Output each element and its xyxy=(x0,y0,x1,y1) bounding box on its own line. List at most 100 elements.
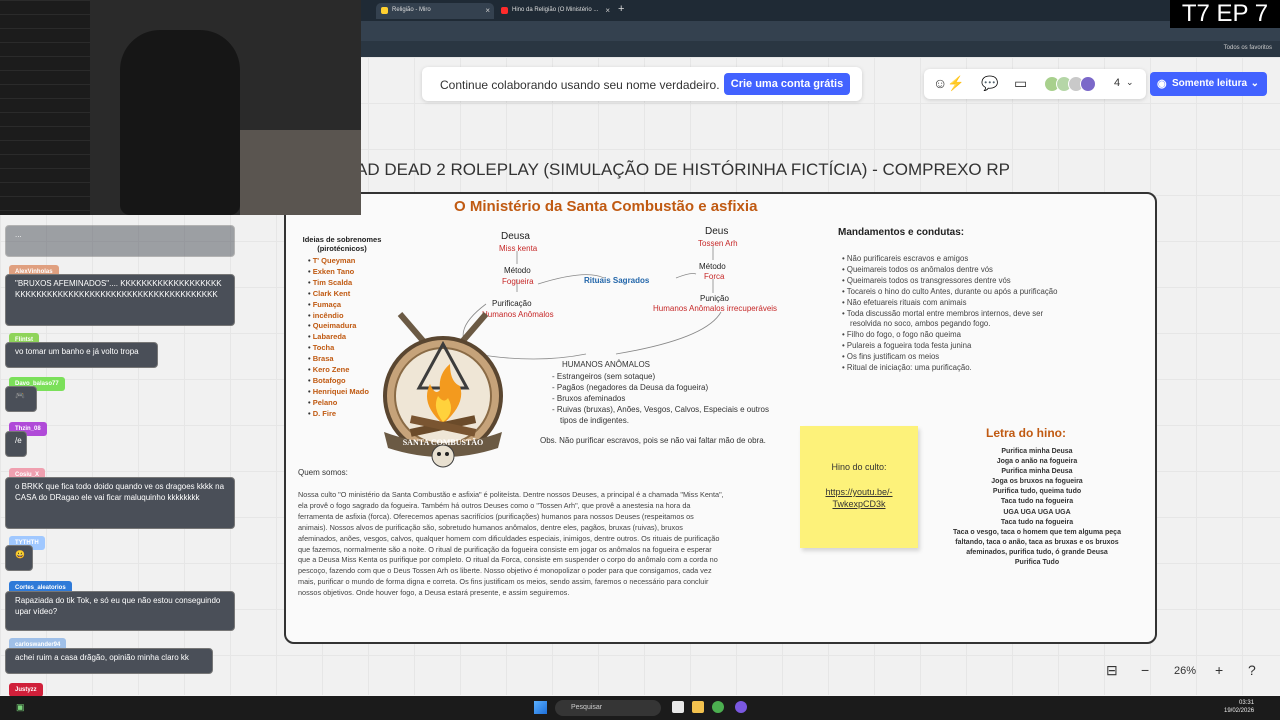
rituais-node: Rituais Sagrados xyxy=(584,276,650,285)
lyric-line: Joga os bruxos na fogueira xyxy=(991,478,1083,486)
chat-message: 🎮 xyxy=(5,386,37,412)
about-heading: Quem somos: xyxy=(298,468,348,477)
rules-list: • Não purificareis escravos e amigos • Q… xyxy=(842,254,1082,374)
widgets-icon[interactable]: ▣ xyxy=(16,702,25,713)
chevron-down-icon[interactable]: ⌄ xyxy=(1126,77,1134,88)
webcam-overlay xyxy=(0,0,361,215)
avatar xyxy=(1080,76,1096,92)
episode-badge: T7 EP 7 xyxy=(1170,0,1280,28)
deusa-node: Deusa xyxy=(501,231,530,242)
metodo-left: Método xyxy=(504,266,531,275)
lyric-line: Purifica Tudo xyxy=(1014,559,1060,567)
lyric-line: faltando, taca o anão, taca as bruxas e … xyxy=(955,538,1119,546)
zoom-controls: ⊟ − 26% + ? xyxy=(1098,657,1274,687)
list-item: - Estrangeiros (sem sotaque) xyxy=(552,372,656,381)
miro-icon xyxy=(381,7,388,14)
list-item: • Toda discussão mortal entre membros in… xyxy=(842,308,1044,318)
lyric-line: Taca tudo na fogueira xyxy=(1000,498,1074,506)
chat-icon[interactable]: 💬 xyxy=(981,75,998,92)
gaming-chair xyxy=(120,30,240,215)
hymn-lyrics: Purifica minha Deusa Joga o anão na fogu… xyxy=(936,447,1138,568)
humans-heading: HUMANOS ANÔMALOS xyxy=(562,360,651,369)
file-explorer-icon[interactable] xyxy=(672,701,684,713)
zoom-out-button[interactable]: − xyxy=(1141,662,1149,678)
metodo-right-value: Forca xyxy=(704,272,725,281)
signup-banner: Continue colaborando usando seu nome ver… xyxy=(422,67,862,101)
religion-frame[interactable]: O Ministério da Santa Combustão e asfixi… xyxy=(284,192,1157,644)
chat-username: Justyzz xyxy=(9,683,43,697)
deus-node: Deus xyxy=(705,226,729,237)
chat-message: achei ruim a casa drãgão, opinião minha … xyxy=(5,648,213,674)
lyric-line: Purifica tudo, queima tudo xyxy=(992,488,1082,496)
close-icon[interactable]: × xyxy=(485,6,490,15)
fit-to-screen-icon[interactable]: ⊟ xyxy=(1106,662,1118,679)
chat-message: 😀 xyxy=(5,545,33,571)
chat-overlay: ... AlexVinholas "BRUXOS AFEMINADOS"....… xyxy=(0,215,240,697)
chat-message: "BRUXOS AFEMINADOS".... KKKKKKKKKKKKKKKK… xyxy=(5,274,235,326)
tab-label: Religião - Miro xyxy=(392,7,431,13)
help-icon[interactable]: ? xyxy=(1248,662,1256,678)
lyric-line: UGA UGA UGA UGA xyxy=(1003,508,1071,516)
lyric-line: Taca o vesgo, taca o homem que tem algum… xyxy=(953,528,1121,536)
eye-icon: ◉ xyxy=(1157,78,1167,90)
punicao-node: Punição xyxy=(700,294,729,303)
sticky-title: Hino do culto: xyxy=(831,462,887,472)
lyric-line: afeminados, purifica tudo, ó grande Deus… xyxy=(966,548,1108,556)
start-icon[interactable] xyxy=(534,701,547,714)
date: 19/02/2026 xyxy=(1224,708,1255,714)
youtube-icon xyxy=(501,7,508,14)
list-item: • Não purificareis escravos e amigos xyxy=(842,254,969,263)
tab-label: Hino da Religião (O Ministério ... xyxy=(512,7,599,13)
metodo-right: Método xyxy=(699,262,726,271)
list-item: - Pagãos (negadores da Deusa da fogueira… xyxy=(552,383,709,392)
tab-youtube[interactable]: Hino da Religião (O Ministério ... × xyxy=(496,3,614,19)
board-title: AD DEAD 2 ROLEPLAY (SIMULAÇÃO DE HISTÓRI… xyxy=(356,160,1010,179)
sticky-note[interactable]: Hino do culto: https://youtu.be/-TwkexpC… xyxy=(800,426,918,548)
folder-icon[interactable] xyxy=(692,701,704,713)
metodo-left-value: Fogueira xyxy=(502,277,534,286)
desk-shelf xyxy=(240,130,361,215)
new-tab-button[interactable]: + xyxy=(618,3,624,15)
banner-text: Continue colaborando usando seu nome ver… xyxy=(440,78,720,92)
all-bookmarks[interactable]: Todos os favoritos xyxy=(1224,45,1272,51)
hymn-heading: Letra do hino: xyxy=(986,426,1066,440)
zoom-level[interactable]: 26% xyxy=(1174,665,1196,677)
windows-taskbar: ▣ Pesquisar 03:31 19/02/2026 xyxy=(0,696,1280,720)
list-item: • Ritual de iniciação: uma purificação. xyxy=(842,363,972,373)
list-item: • Não efetuareis rituais com animais xyxy=(842,297,967,307)
lyric-line: Taca tudo na fogueira xyxy=(1000,518,1074,526)
hymn-link[interactable]: https://youtu.be/-TwkexpCD3k xyxy=(800,486,918,510)
chat-message: o BRKK que fica todo doido quando ve os … xyxy=(5,477,235,529)
list-item: • Os fins justificam os meios xyxy=(842,352,940,362)
tab-miro[interactable]: Religião - Miro × xyxy=(376,3,494,19)
close-icon[interactable]: × xyxy=(605,6,610,15)
chrome-icon[interactable] xyxy=(712,701,724,713)
humanos-irrecuperaveis-node: Humanos Anômalos irrecuperáveis xyxy=(653,304,778,313)
participants-count[interactable]: 4 xyxy=(1114,77,1120,89)
taskbar-search[interactable]: Pesquisar xyxy=(555,700,661,716)
list-item: • Queimareis todos os transgressores den… xyxy=(842,275,1011,285)
chat-message: /e xyxy=(5,431,27,457)
emblem-text: SANTA COMBUSTÃO xyxy=(403,438,484,447)
lyric-line: Purifica minha Deusa xyxy=(1001,468,1073,476)
zoom-in-button[interactable]: + xyxy=(1215,662,1223,678)
about-text: Nossa culto "O ministério da Santa Combu… xyxy=(298,490,724,598)
list-item: • Filho do fogo, o fogo não queima xyxy=(842,330,961,340)
time: 03:31 xyxy=(1239,700,1255,706)
video-icon[interactable]: ▭ xyxy=(1014,75,1027,92)
list-item: - Bruxos afeminados xyxy=(552,394,626,403)
santa-combustao-emblem: SANTA COMBUSTÃO xyxy=(383,312,503,468)
readonly-button[interactable]: ◉ Somente leitura ⌄ xyxy=(1150,72,1267,96)
chat-message: vo tomar um banho e já volto tropa xyxy=(5,342,158,368)
reactions-icon[interactable]: ☺⚡ xyxy=(933,75,965,92)
list-item: - Ruivas (bruxas), Anões, Vesgos, Calvos… xyxy=(552,405,769,414)
chat-message: ... xyxy=(5,225,235,257)
collab-toolbar: ☺⚡ 💬 ▭ 4 ⌄ xyxy=(924,69,1146,99)
app-icon[interactable] xyxy=(735,701,747,713)
readonly-label: Somente leitura xyxy=(1172,78,1248,89)
list-item: resolvida no soco, ambos pegando fogo. xyxy=(850,319,991,329)
brick-wall xyxy=(0,0,90,215)
obs-note: Obs. Não purificar escravos, pois se não… xyxy=(540,436,766,445)
create-account-button[interactable]: Crie uma conta grátis xyxy=(724,73,850,95)
deusa-name: Miss kenta xyxy=(499,244,538,253)
